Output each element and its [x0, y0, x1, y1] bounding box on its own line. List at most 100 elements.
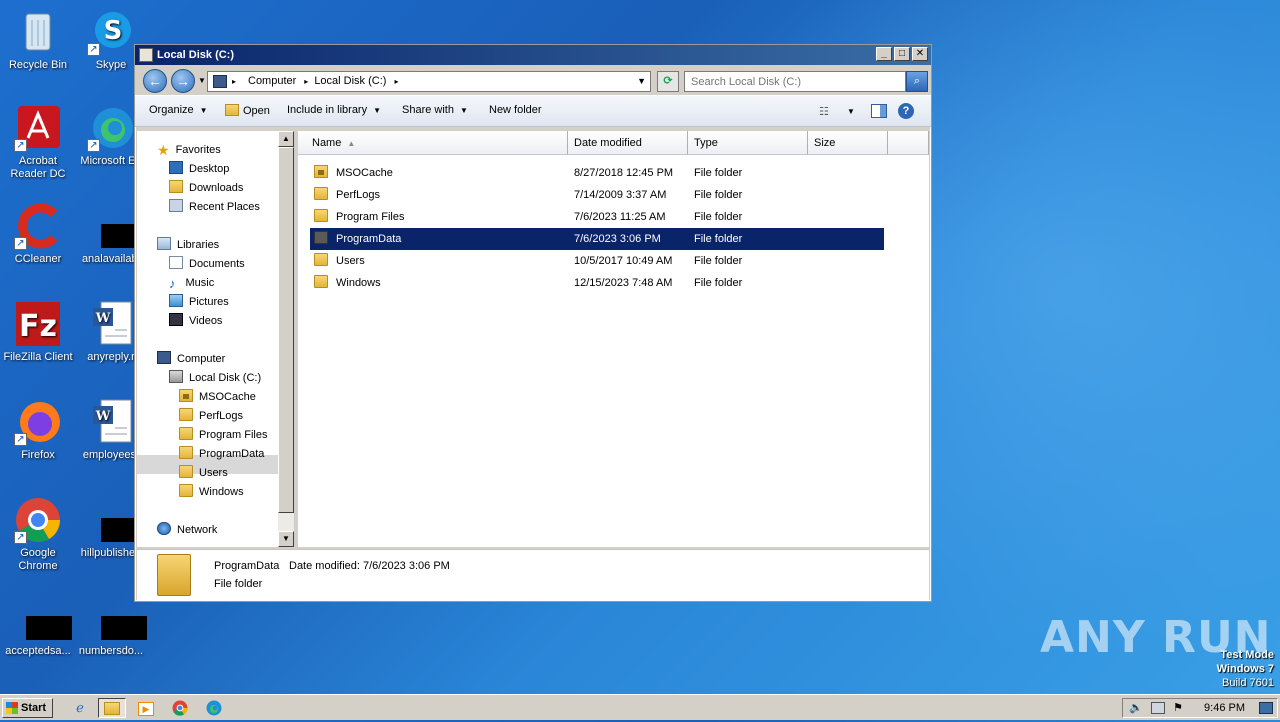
file-name-cell: Windows	[314, 272, 381, 294]
include-label: Include in library	[287, 104, 368, 116]
nav-pictures[interactable]: Pictures	[169, 293, 229, 312]
breadcrumb-computer[interactable]: Computer	[248, 75, 296, 87]
nav-folder-program-files[interactable]: Program Files	[179, 426, 267, 445]
nav-label: Users	[199, 467, 228, 479]
nav-videos[interactable]: Videos	[169, 312, 222, 331]
navigation-scrollbar[interactable]: ▲ ▼	[278, 131, 294, 547]
nav-folder-msocache[interactable]: MSOCache	[179, 388, 256, 407]
desktop-icon-label: FileZilla Client	[3, 351, 73, 363]
table-row-selected[interactable]: ProgramData 7/6/2023 3:06 PM File folder	[310, 228, 884, 250]
nav-music[interactable]: ♪ Music	[169, 274, 214, 293]
chrome-desktop-icon[interactable]: ↗ Google Chrome	[0, 496, 76, 573]
skype-icon: S ↗	[87, 8, 135, 56]
start-button[interactable]: Start	[2, 698, 53, 718]
network-status-icon[interactable]	[1151, 702, 1165, 714]
change-view-button[interactable]: ☷	[819, 105, 829, 118]
search-input[interactable]	[684, 71, 906, 92]
table-row[interactable]: Users 10/5/2017 10:49 AM File folder	[310, 250, 884, 272]
file-name: MSOCache	[336, 167, 393, 179]
computer-icon	[157, 351, 171, 364]
organize-button[interactable]: Organize ▼	[149, 104, 208, 116]
breadcrumb-separator-icon[interactable]: ▸	[394, 77, 398, 86]
window-titlebar[interactable]: Local Disk (C:) _ □ ✕	[135, 45, 931, 65]
nav-desktop[interactable]: Desktop	[169, 160, 229, 179]
close-button[interactable]: ✕	[912, 47, 928, 61]
nav-label: PerfLogs	[199, 410, 244, 422]
recent-pages-dropdown-icon[interactable]: ▼	[198, 76, 206, 85]
file-name-cell: Users	[314, 250, 365, 272]
desktop-icon-label: Google Chrome	[18, 547, 58, 572]
refresh-button[interactable]: ⟳	[657, 71, 679, 92]
taskbar-explorer[interactable]	[98, 698, 126, 718]
nav-recent-places[interactable]: Recent Places	[169, 198, 260, 217]
column-header-date-modified[interactable]: Date modified	[568, 131, 688, 155]
nav-network[interactable]: Network	[157, 521, 217, 540]
taskbar-media-player[interactable]: ▶	[132, 698, 160, 718]
table-row[interactable]: Program Files 7/6/2023 11:25 AM File fol…	[310, 206, 884, 228]
recycle-bin-desktop-icon[interactable]: Recycle Bin	[0, 8, 76, 72]
firefox-desktop-icon[interactable]: ↗ Firefox	[0, 398, 76, 462]
table-row[interactable]: PerfLogs 7/14/2009 3:37 AM File folder	[310, 184, 884, 206]
scrollbar-thumb[interactable]	[278, 147, 294, 513]
table-row[interactable]: Windows 12/15/2023 7:48 AM File folder	[310, 272, 884, 294]
address-bar[interactable]: ▸ Computer ▸ Local Disk (C:) ▸ ▼	[207, 71, 651, 92]
help-button[interactable]: ?	[898, 103, 914, 119]
ccleaner-desktop-icon[interactable]: ↗ CCleaner	[0, 202, 76, 266]
taskbar-chrome[interactable]	[166, 698, 194, 718]
preview-pane-button[interactable]	[871, 104, 887, 118]
large-folder-icon	[157, 554, 191, 596]
action-center-flag-icon[interactable]: ⚑	[1173, 702, 1187, 714]
minimize-button[interactable]: _	[876, 47, 892, 61]
breadcrumb-separator-icon[interactable]: ▸	[304, 77, 308, 86]
nav-computer[interactable]: Computer	[157, 350, 225, 369]
acrobat-desktop-icon[interactable]: ↗ Acrobat Reader DC	[0, 104, 76, 181]
redacted-file-icon	[87, 594, 147, 642]
filezilla-desktop-icon[interactable]: Fz FileZilla Client	[0, 300, 76, 364]
nav-folder-perflogs[interactable]: PerfLogs	[179, 407, 243, 426]
search-button[interactable]: ⌕	[906, 71, 928, 92]
windows-logo-icon	[6, 702, 18, 714]
column-header-name[interactable]: Name ▲	[298, 131, 568, 155]
folder-icon	[179, 408, 193, 421]
svg-text:Fz: Fz	[19, 309, 57, 344]
scroll-down-arrow-icon[interactable]: ▼	[278, 531, 294, 547]
taskbar-edge[interactable]	[200, 698, 228, 718]
folder-icon	[314, 187, 328, 200]
view-dropdown-icon[interactable]: ▼	[847, 107, 855, 116]
include-in-library-button[interactable]: Include in library ▼	[287, 104, 381, 116]
show-desktop-icon[interactable]	[1259, 702, 1273, 714]
table-row[interactable]: MSOCache 8/27/2018 12:45 PM File folder	[310, 162, 884, 184]
nav-folder-windows[interactable]: Windows	[179, 483, 244, 502]
breadcrumb-local-disk[interactable]: Local Disk (C:)	[314, 75, 386, 87]
column-header-type[interactable]: Type	[688, 131, 808, 155]
file-name-cell: MSOCache	[314, 162, 393, 184]
taskbar-internet-explorer[interactable]: ℯ	[66, 698, 94, 718]
clock[interactable]: 9:46 PM	[1204, 699, 1245, 717]
open-button[interactable]: Open	[225, 104, 270, 117]
volume-icon[interactable]: 🔈	[1129, 702, 1143, 714]
acceptedsa-desktop-icon[interactable]: acceptedsa...	[0, 594, 76, 658]
nav-favorites[interactable]: ★ Favorites	[157, 141, 221, 160]
new-folder-button[interactable]: New folder	[489, 104, 542, 116]
nav-documents[interactable]: Documents	[169, 255, 245, 274]
nav-local-disk[interactable]: Local Disk (C:)	[169, 369, 261, 388]
forward-button[interactable]: →	[171, 69, 195, 93]
maximize-button[interactable]: □	[894, 47, 910, 61]
nav-label: Pictures	[189, 296, 229, 308]
nav-folder-programdata[interactable]: ProgramData	[179, 445, 264, 464]
date-modified-cell: 7/14/2009 3:37 AM	[574, 189, 667, 201]
nav-folder-users[interactable]: Users	[179, 464, 228, 483]
locked-folder-icon	[314, 165, 328, 178]
numbersdo-desktop-icon[interactable]: numbersdo...	[73, 594, 149, 658]
date-modified-cell: 7/6/2023 11:25 AM	[574, 211, 666, 223]
details-date-modified: Date modified: 7/6/2023 3:06 PM	[289, 560, 450, 572]
column-header-empty	[888, 131, 929, 155]
column-header-size[interactable]: Size	[808, 131, 888, 155]
scroll-up-arrow-icon[interactable]: ▲	[278, 131, 294, 147]
back-button[interactable]: ←	[143, 69, 167, 93]
nav-downloads[interactable]: Downloads	[169, 179, 243, 198]
nav-libraries[interactable]: Libraries	[157, 236, 219, 255]
share-with-button[interactable]: Share with ▼	[402, 104, 468, 116]
nav-label: Libraries	[177, 239, 220, 251]
address-dropdown-icon[interactable]: ▼	[637, 72, 646, 91]
